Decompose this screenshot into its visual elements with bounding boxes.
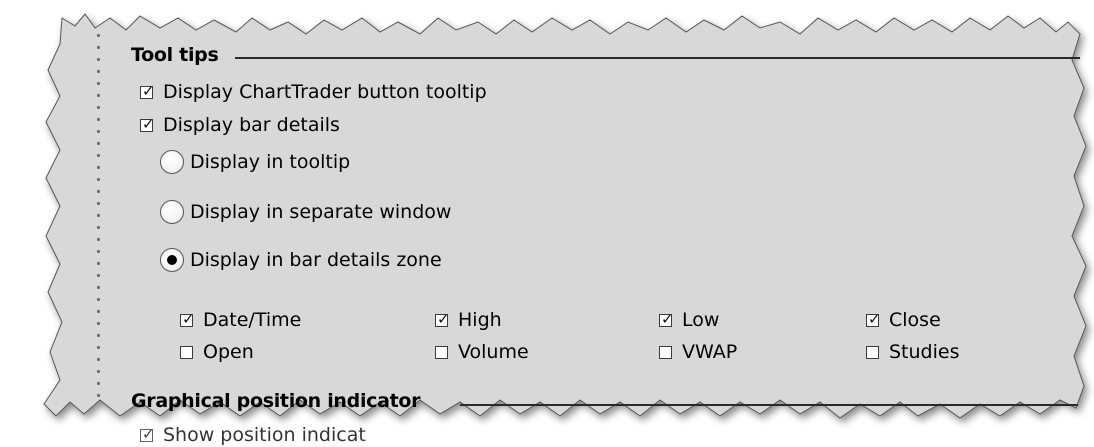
check-icon: ✓ <box>661 309 674 328</box>
checkbox-label: Display bar details <box>163 114 340 136</box>
check-icon: ✓ <box>182 309 195 328</box>
radio-label: Display in tooltip <box>190 151 351 173</box>
checkbox-label: High <box>458 309 502 331</box>
chart-trader-tooltip-checkbox[interactable]: ✓ Display ChartTrader button tooltip <box>140 81 487 103</box>
checkbox-label: Open <box>203 341 254 363</box>
tooltips-section-title: Tool tips <box>131 44 219 66</box>
section-rule <box>235 57 1080 59</box>
radio-label: Display in bar details zone <box>190 249 442 271</box>
check-icon: ✓ <box>142 114 155 133</box>
radio-button[interactable] <box>160 200 184 224</box>
radio-label: Display in separate window <box>190 201 452 223</box>
checkbox-label: VWAP <box>682 341 738 363</box>
checkbox-box[interactable] <box>659 345 672 359</box>
field-checkbox-high[interactable]: ✓ High <box>435 309 502 331</box>
checkbox-box[interactable] <box>180 345 193 359</box>
chart-settings-panel: Tool tips ✓ Display ChartTrader button t… <box>0 0 1094 447</box>
field-checkbox-volume[interactable]: Volume <box>435 341 529 363</box>
checkbox-box[interactable]: ✓ <box>140 114 155 133</box>
dotted-divider <box>97 34 101 434</box>
checkbox-box[interactable] <box>435 345 448 359</box>
check-icon: ✓ <box>437 309 450 328</box>
field-checkbox-close[interactable]: ✓ Close <box>866 309 941 331</box>
radio-button[interactable] <box>160 150 184 174</box>
radio-display-tooltip[interactable]: Display in tooltip <box>160 150 350 174</box>
field-checkbox-studies[interactable]: Studies <box>866 341 959 363</box>
show-position-indicator-checkbox[interactable]: ✓ Show position indicat <box>140 424 366 446</box>
radio-button[interactable] <box>160 248 184 272</box>
checkbox-box[interactable]: ✓ <box>140 81 155 100</box>
checkbox-label: Show position indicat <box>163 424 366 446</box>
checkbox-label: Low <box>682 309 720 331</box>
field-checkbox-open[interactable]: Open <box>180 341 254 363</box>
bar-details-checkbox[interactable]: ✓ Display bar details <box>140 114 340 136</box>
field-checkbox-vwap[interactable]: VWAP <box>659 341 737 363</box>
check-icon: ✓ <box>868 309 881 328</box>
checkbox-box[interactable]: ✓ <box>659 309 674 328</box>
checkbox-label: Date/Time <box>203 309 302 331</box>
checkbox-label: Display ChartTrader button tooltip <box>163 81 487 103</box>
checkbox-box[interactable]: ✓ <box>180 309 195 328</box>
checkbox-box[interactable]: ✓ <box>435 309 450 328</box>
radio-selected-dot <box>167 255 177 265</box>
checkbox-label: Volume <box>458 341 529 363</box>
checkbox-box[interactable]: ✓ <box>866 309 881 328</box>
field-checkbox-datetime[interactable]: ✓ Date/Time <box>180 309 301 331</box>
checkbox-box[interactable] <box>866 345 879 359</box>
checkbox-label: Close <box>889 309 941 331</box>
field-checkbox-low[interactable]: ✓ Low <box>659 309 719 331</box>
check-icon: ✓ <box>142 424 155 443</box>
checkbox-label: Studies <box>889 341 960 363</box>
checkbox-box[interactable]: ✓ <box>140 424 155 443</box>
section-rule <box>460 404 1078 406</box>
radio-display-separate-window[interactable]: Display in separate window <box>160 200 451 224</box>
radio-display-bar-details-zone[interactable]: Display in bar details zone <box>160 248 442 272</box>
position-section-title: Graphical position indicator <box>131 390 421 412</box>
check-icon: ✓ <box>142 81 155 100</box>
